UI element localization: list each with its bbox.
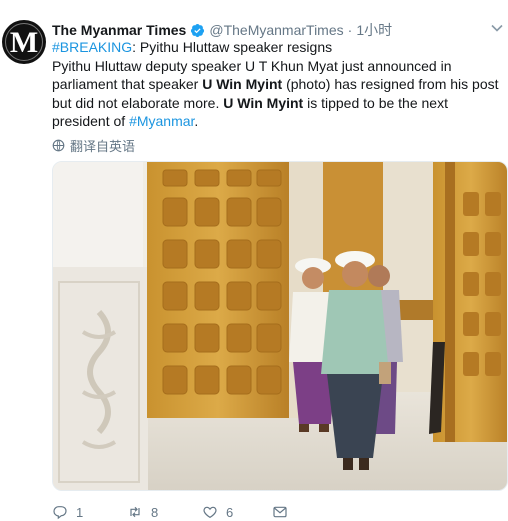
verified-badge-icon	[191, 23, 205, 37]
tweet-body: Pyithu Hluttaw deputy speaker U T Khun M…	[52, 57, 502, 131]
retweet-button[interactable]: 8	[127, 504, 202, 520]
heart-icon	[203, 506, 217, 519]
like-count: 6	[226, 504, 234, 520]
avatar[interactable]: M	[2, 20, 46, 64]
body-text-end: .	[194, 113, 199, 129]
envelope-icon	[273, 506, 287, 518]
tweet-photo[interactable]	[52, 161, 508, 491]
translate-label: 翻译自英语	[70, 138, 136, 154]
translate-link[interactable]: 翻译自英语	[52, 136, 135, 154]
reply-button[interactable]: 1	[52, 504, 127, 520]
header-separator: ·	[347, 22, 353, 38]
tweet-timestamp[interactable]: 1小时	[356, 20, 392, 40]
photo-parliament-scene	[53, 162, 507, 490]
headline-text: : Pyithu Hluttaw speaker resigns	[132, 39, 333, 55]
tweet-actions: 1 8 6	[52, 503, 288, 521]
tweet-header: The Myanmar Times @TheMyanmarTimes · 1小时	[52, 20, 392, 40]
like-button[interactable]: 6	[202, 504, 272, 520]
retweet-icon	[130, 506, 140, 518]
author-name[interactable]: The Myanmar Times	[52, 22, 186, 38]
reply-count: 1	[76, 504, 84, 520]
retweet-count: 8	[151, 504, 159, 520]
direct-message-button[interactable]	[272, 504, 288, 520]
hashtag-breaking[interactable]: #BREAKING	[52, 39, 132, 55]
reply-icon	[53, 506, 67, 520]
hashtag-myanmar[interactable]: #Myanmar	[129, 113, 194, 129]
tweet-text: #BREAKING: Pyithu Hluttaw speaker resign…	[52, 38, 502, 131]
bold-name-1: U Win Myint	[202, 76, 283, 92]
tweet-line-1: #BREAKING: Pyithu Hluttaw speaker resign…	[52, 38, 502, 57]
author-handle[interactable]: @TheMyanmarTimes	[209, 22, 343, 38]
avatar-letter: M	[9, 26, 39, 59]
chevron-down-icon[interactable]	[490, 21, 504, 35]
globe-icon	[52, 139, 65, 151]
bold-name-2: U Win Myint	[223, 94, 304, 111]
